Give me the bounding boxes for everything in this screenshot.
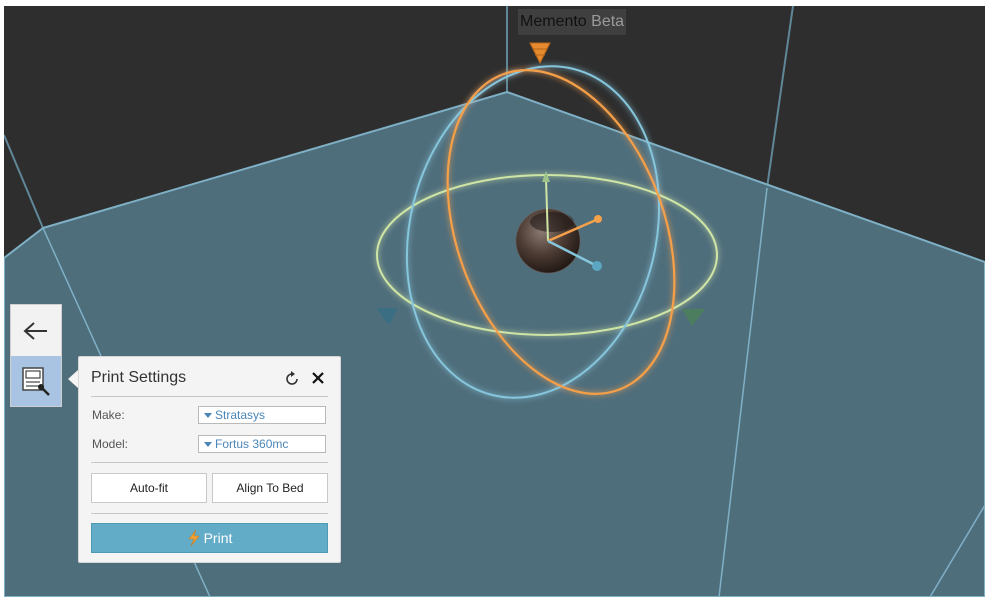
back-button[interactable] (11, 305, 61, 356)
make-select[interactable]: Stratasys (198, 406, 326, 424)
arrow-left-icon (23, 321, 47, 340)
reset-icon (286, 371, 298, 385)
print-button[interactable]: Print (91, 523, 328, 553)
tool-strip (10, 304, 62, 407)
model-label: Model: (92, 437, 129, 451)
print-settings-panel: Print Settings Make: Stratasys Model: Fo… (78, 356, 341, 563)
reset-button[interactable] (283, 370, 301, 388)
align-to-bed-button[interactable]: Align To Bed (212, 473, 328, 503)
panel-title: Print Settings (91, 369, 187, 386)
scale-handle-top (529, 42, 551, 65)
divider (91, 513, 328, 514)
axis-handle-x (594, 215, 602, 223)
divider (91, 396, 328, 397)
app-title: Memento Beta (518, 9, 627, 35)
make-label: Make: (92, 408, 125, 422)
close-icon (312, 372, 324, 384)
beta-badge: Beta (591, 13, 625, 30)
close-button[interactable] (309, 369, 327, 387)
divider (91, 462, 328, 463)
chevron-down-icon (204, 442, 212, 447)
make-value: Stratasys (215, 408, 266, 422)
auto-fit-button[interactable]: Auto-fit (91, 473, 207, 503)
model-value: Fortus 360mc (215, 437, 289, 451)
model-select[interactable]: Fortus 360mc (198, 435, 326, 453)
print-settings-tool[interactable] (11, 356, 61, 406)
panel-pointer (68, 370, 78, 388)
app-name: Memento (520, 13, 587, 30)
app-window: Memento Beta Print Settings Make: Strata… (0, 0, 985, 597)
print-settings-icon (22, 367, 50, 396)
lightning-icon (187, 530, 201, 546)
axis-handle-y (592, 261, 602, 271)
print-label: Print (203, 530, 233, 546)
chevron-down-icon (204, 413, 212, 418)
